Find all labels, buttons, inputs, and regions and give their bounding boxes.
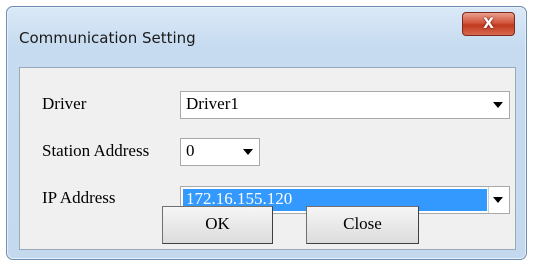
window-close-button[interactable]: X <box>462 12 515 36</box>
dropdown-divider <box>488 187 489 213</box>
station-address-select[interactable]: 0 <box>180 138 260 166</box>
dialog-window: Communication Setting X Driver Driver1 S… <box>6 6 527 260</box>
driver-select-value: Driver1 <box>186 94 239 113</box>
window-title: Communication Setting <box>19 29 196 47</box>
driver-label: Driver <box>42 94 87 113</box>
station-address-value: 0 <box>186 141 195 160</box>
ip-address-label: IP Address <box>42 188 116 207</box>
chevron-down-icon[interactable] <box>493 197 503 203</box>
driver-select[interactable]: Driver1 <box>180 91 510 119</box>
close-button[interactable]: Close <box>306 206 419 244</box>
ok-button[interactable]: OK <box>162 206 273 244</box>
chevron-down-icon[interactable] <box>493 102 503 108</box>
station-address-label: Station Address <box>42 141 150 160</box>
chevron-down-icon[interactable] <box>243 149 253 155</box>
close-icon: X <box>483 16 494 32</box>
dialog-body: Driver Driver1 Station Address 0 IP Addr… <box>19 67 516 250</box>
